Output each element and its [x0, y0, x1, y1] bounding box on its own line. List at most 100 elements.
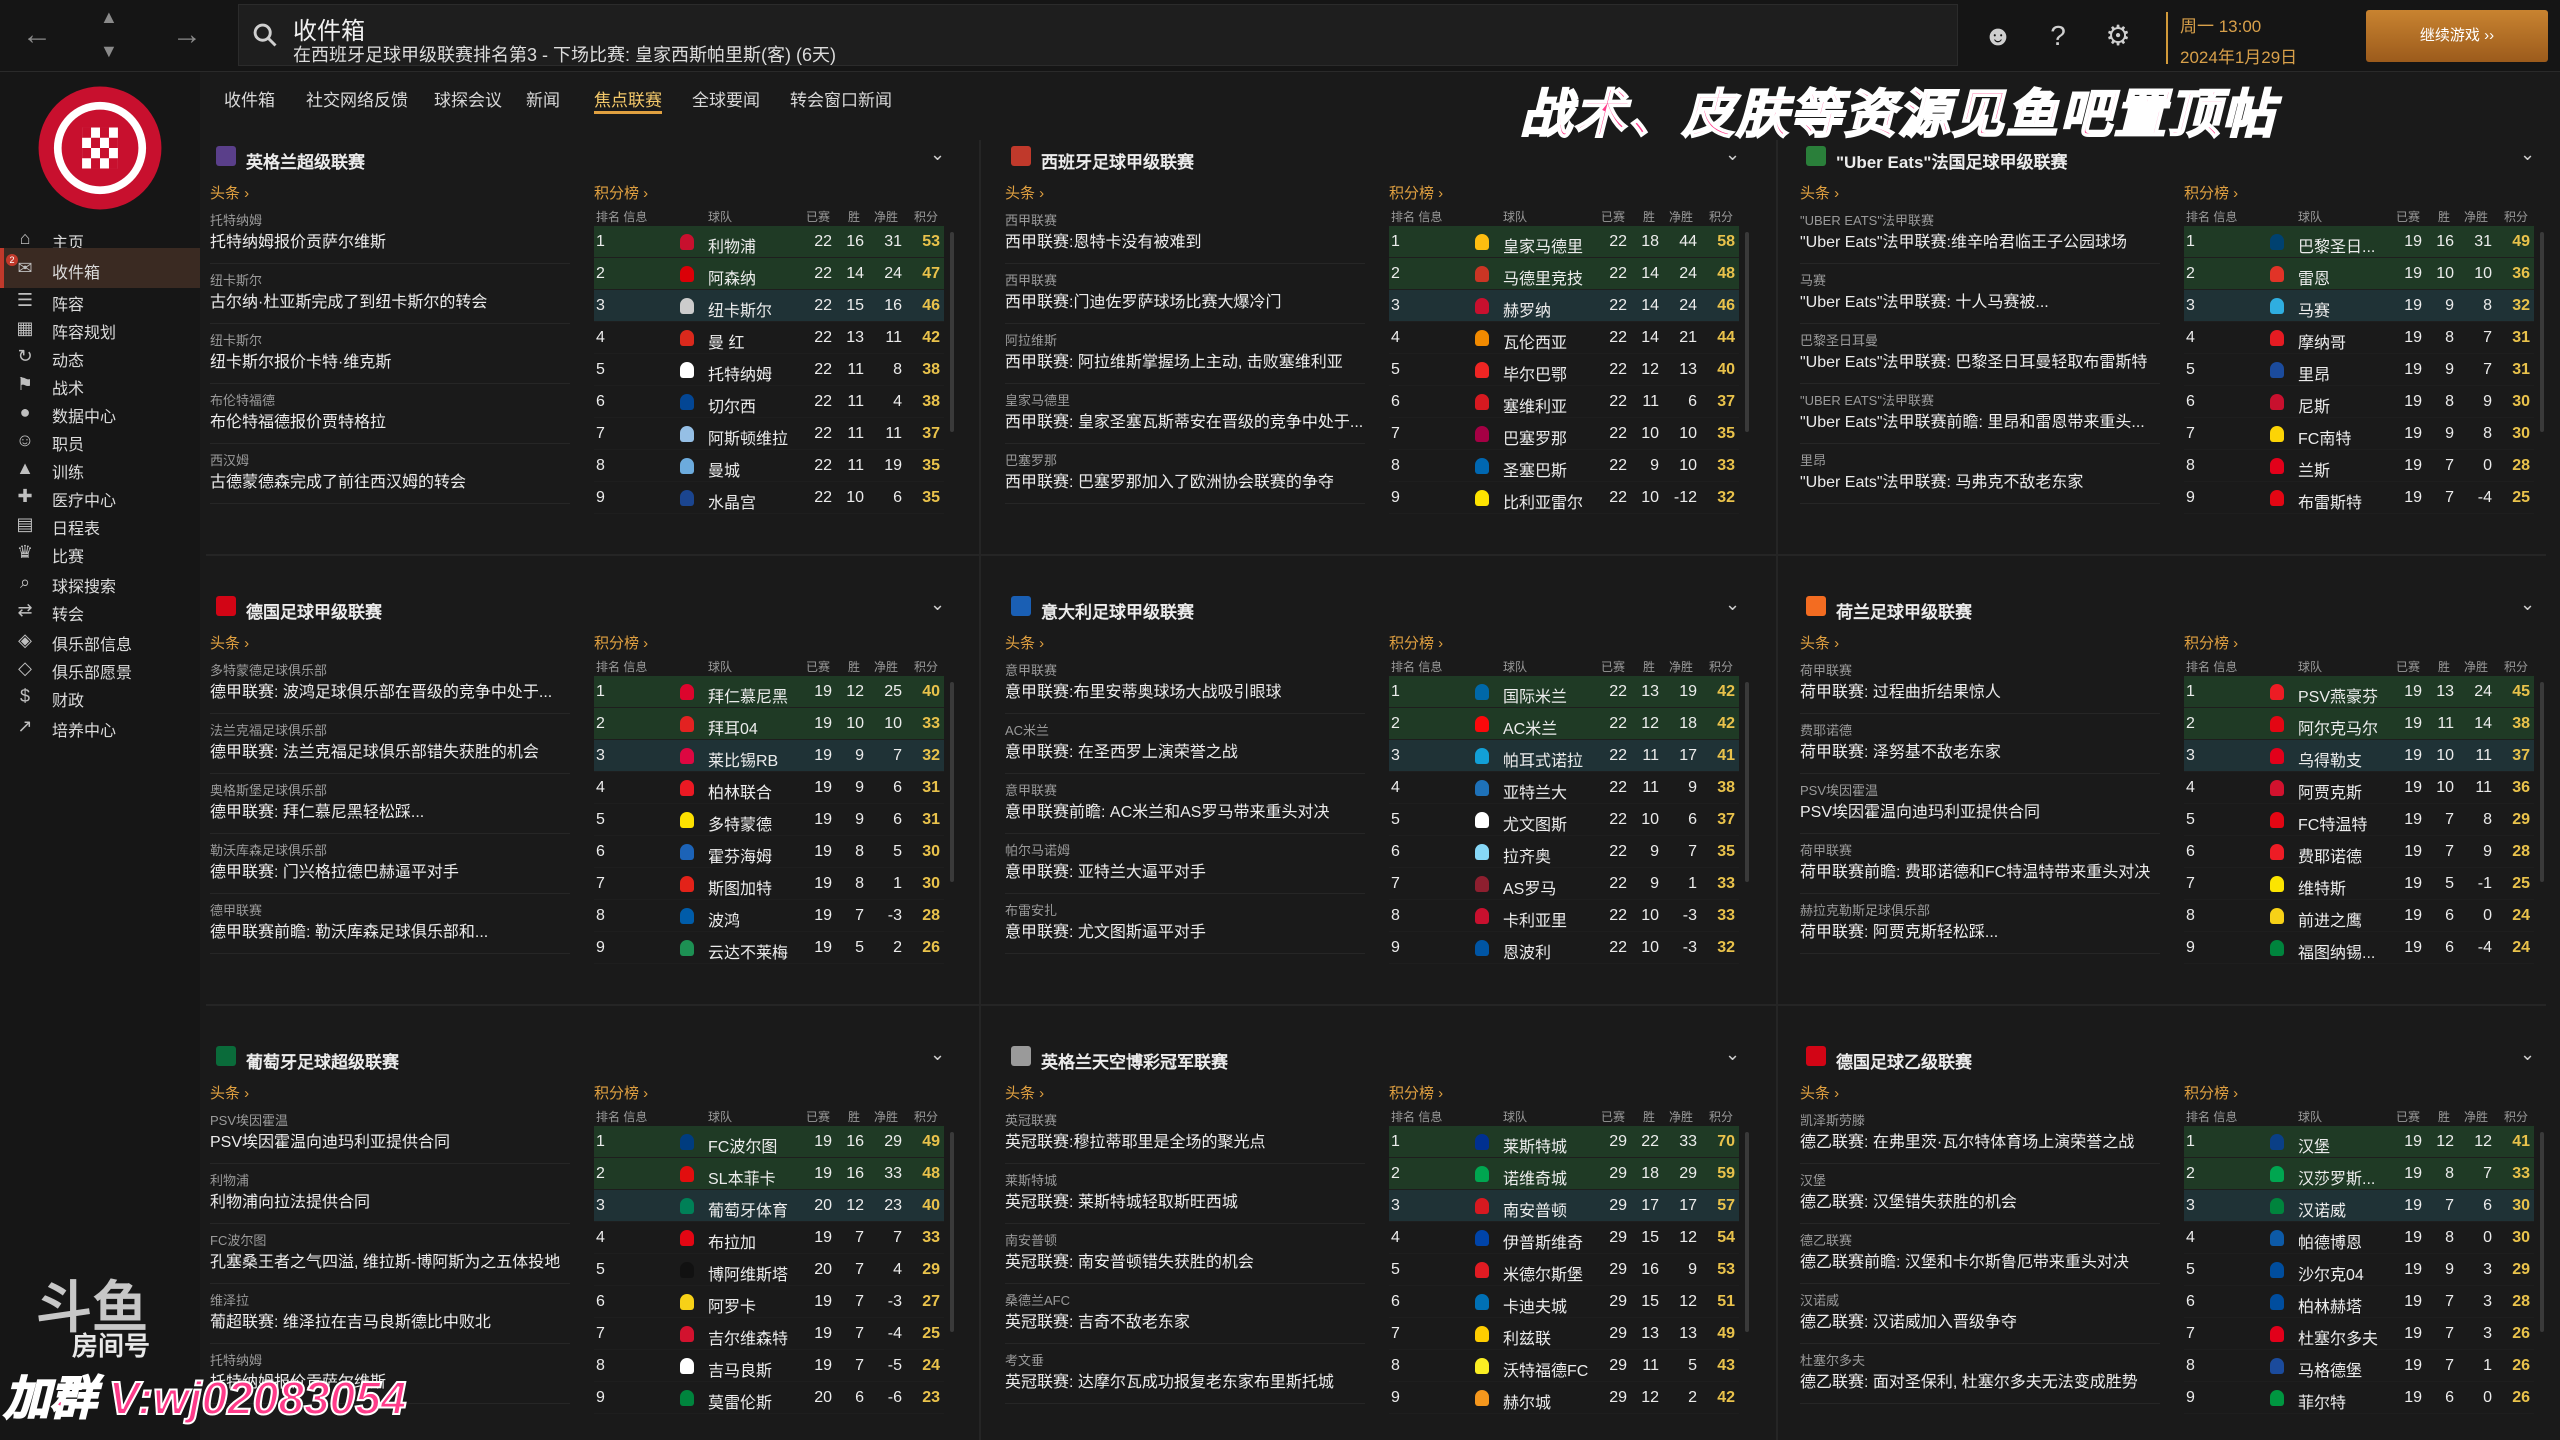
team-name[interactable]: 云达不莱梅 [708, 939, 808, 963]
team-name[interactable]: 乌得勒支 [2298, 747, 2398, 771]
team-name[interactable]: 阿罗卡 [708, 1293, 808, 1317]
table-row[interactable]: 3 帕耳式诺拉 22 11 17 41 [1389, 740, 1739, 772]
scrollbar[interactable] [950, 232, 954, 432]
team-name[interactable]: 尤文图斯 [1503, 811, 1603, 835]
team-name[interactable]: 霍芬海姆 [708, 843, 808, 867]
chevron-down-icon[interactable]: ⌄ [2520, 1044, 2535, 1065]
news-item[interactable]: AC米兰 意甲联赛: 在圣西罗上演荣誉之战 [1005, 714, 1365, 774]
table-row[interactable]: 3 南安普顿 29 17 17 57 [1389, 1190, 1739, 1222]
table-row[interactable]: 5 尤文图斯 22 10 6 37 [1389, 804, 1739, 836]
team-name[interactable]: 利物浦 [708, 233, 808, 257]
panel-header[interactable]: 英格兰天空博彩冠军联赛 ⌄ [1005, 1036, 1745, 1076]
news-item[interactable]: 利物浦 利物浦向拉法提供合同 [210, 1164, 570, 1224]
chevron-down-icon[interactable]: ▼ [100, 42, 118, 60]
team-name[interactable]: 赫尔城 [1503, 1389, 1603, 1413]
team-name[interactable]: 曼城 [708, 457, 808, 481]
table-row[interactable]: 2 SL本菲卡 19 16 33 48 [594, 1158, 944, 1190]
standings-link[interactable]: 积分榜 › [1389, 1082, 1739, 1104]
table-row[interactable]: 6 柏林赫塔 19 7 3 28 [2184, 1286, 2534, 1318]
team-name[interactable]: 切尔西 [708, 393, 808, 417]
forward-arrow-icon[interactable]: → [172, 20, 202, 50]
table-row[interactable]: 4 曼 红 22 13 11 42 [594, 322, 944, 354]
news-item[interactable]: PSV埃因霍温 PSV埃因霍温向迪玛利亚提供合同 [1800, 774, 2160, 834]
news-item[interactable]: 汉堡 德乙联赛: 汉堡错失获胜的机会 [1800, 1164, 2160, 1224]
team-name[interactable]: 塞维利亚 [1503, 393, 1603, 417]
team-name[interactable]: 诺维奇城 [1503, 1165, 1603, 1189]
news-item[interactable]: 德甲联赛 德甲联赛前瞻: 勒沃库森足球俱乐部和... [210, 894, 570, 954]
team-name[interactable]: 莫雷伦斯 [708, 1389, 808, 1413]
table-row[interactable]: 5 博阿维斯塔 20 7 4 29 [594, 1254, 944, 1286]
headlines-link[interactable]: 头条 › [210, 632, 570, 654]
team-name[interactable]: 维特斯 [2298, 875, 2398, 899]
team-name[interactable]: FC波尔图 [708, 1133, 808, 1157]
panel-header[interactable]: 意大利足球甲级联赛 ⌄ [1005, 586, 1745, 626]
table-row[interactable]: 1 汉堡 19 12 12 41 [2184, 1126, 2534, 1158]
table-row[interactable]: 7 斯图加特 19 8 1 30 [594, 868, 944, 900]
table-row[interactable]: 4 瓦伦西亚 22 14 21 44 [1389, 322, 1739, 354]
chevron-down-icon[interactable]: ⌄ [2520, 144, 2535, 165]
headlines-link[interactable]: 头条 › [210, 1082, 570, 1104]
standings-link[interactable]: 积分榜 › [594, 1082, 944, 1104]
news-item[interactable]: "UBER EATS"法甲联赛 "Uber Eats"法甲联赛前瞻: 里昂和雷恩… [1800, 384, 2160, 444]
table-row[interactable]: 4 布拉加 19 7 7 33 [594, 1222, 944, 1254]
chevron-down-icon[interactable]: ⌄ [1725, 594, 1740, 615]
panel-header[interactable]: 德国足球乙级联赛 ⌄ [1800, 1036, 2540, 1076]
help-icon[interactable]: ? [2042, 20, 2074, 52]
team-name[interactable]: 斯图加特 [708, 875, 808, 899]
table-row[interactable]: 7 巴塞罗那 22 10 10 35 [1389, 418, 1739, 450]
table-row[interactable]: 1 拜仁慕尼黑 19 12 25 40 [594, 676, 944, 708]
team-name[interactable]: 卡利亚里 [1503, 907, 1603, 931]
team-name[interactable]: 亚特兰大 [1503, 779, 1603, 803]
table-row[interactable]: 2 马德里竞技 22 14 24 48 [1389, 258, 1739, 290]
table-row[interactable]: 7 吉尔维森特 19 7 -4 25 [594, 1318, 944, 1350]
team-name[interactable]: 沃特福德FC [1503, 1357, 1603, 1381]
news-item[interactable]: 凯泽斯劳滕 德乙联赛: 在弗里茨·瓦尔特体育场上演荣誉之战 [1800, 1104, 2160, 1164]
news-item[interactable]: 英冠联赛 英冠联赛:穆拉蒂耶里是全场的聚光点 [1005, 1104, 1365, 1164]
panel-header[interactable]: 葡萄牙足球超级联赛 ⌄ [210, 1036, 950, 1076]
table-row[interactable]: 7 利兹联 29 13 13 49 [1389, 1318, 1739, 1350]
table-row[interactable]: 4 帕德博恩 19 8 0 30 [2184, 1222, 2534, 1254]
panel-header[interactable]: "Uber Eats"法国足球甲级联赛 ⌄ [1800, 136, 2540, 176]
table-row[interactable]: 5 多特蒙德 19 9 6 31 [594, 804, 944, 836]
news-item[interactable]: 布伦特福德 布伦特福德报价贾特格拉 [210, 384, 570, 444]
team-name[interactable]: 莱比锡RB [708, 747, 808, 771]
team-name[interactable]: 阿贾克斯 [2298, 779, 2398, 803]
tab-1[interactable]: 社交网络反馈 [306, 86, 408, 114]
team-name[interactable]: 帕耳式诺拉 [1503, 747, 1603, 771]
team-name[interactable]: 摩纳哥 [2298, 329, 2398, 353]
team-name[interactable]: 雷恩 [2298, 265, 2398, 289]
table-row[interactable]: 7 阿斯顿维拉 22 11 11 37 [594, 418, 944, 450]
team-name[interactable]: 汉诺威 [2298, 1197, 2398, 1221]
team-name[interactable]: 瓦伦西亚 [1503, 329, 1603, 353]
table-row[interactable]: 6 尼斯 19 8 9 30 [2184, 386, 2534, 418]
continue-button[interactable]: 继续游戏 ›› [2366, 10, 2548, 62]
table-row[interactable]: 9 福图纳锡... 19 6 -4 24 [2184, 932, 2534, 964]
table-row[interactable]: 9 恩波利 22 10 -3 32 [1389, 932, 1739, 964]
scrollbar[interactable] [950, 1132, 954, 1332]
news-item[interactable]: 西汉姆 古德蒙德森完成了前往西汉姆的转会 [210, 444, 570, 504]
team-name[interactable]: 前进之鹰 [2298, 907, 2398, 931]
news-item[interactable]: 意甲联赛 意甲联赛前瞻: AC米兰和AS罗马带来重头对决 [1005, 774, 1365, 834]
team-name[interactable]: FC特温特 [2298, 811, 2398, 835]
table-row[interactable]: 7 杜塞尔多夫 19 7 3 26 [2184, 1318, 2534, 1350]
table-row[interactable]: 2 诺维奇城 29 18 29 59 [1389, 1158, 1739, 1190]
scrollbar[interactable] [1745, 1132, 1749, 1332]
news-item[interactable]: 西甲联赛 西甲联赛:门迪佐罗萨球场比赛大爆冷门 [1005, 264, 1365, 324]
table-row[interactable]: 4 伊普斯维奇 29 15 12 54 [1389, 1222, 1739, 1254]
table-row[interactable]: 5 FC特温特 19 7 8 29 [2184, 804, 2534, 836]
team-name[interactable]: 巴黎圣日... [2298, 233, 2398, 257]
search-bar[interactable]: 收件箱 在西班牙足球甲级联赛排名第3 - 下场比赛: 皇家西斯帕里斯(客) (6… [238, 4, 1958, 66]
table-row[interactable]: 4 亚特兰大 22 11 9 38 [1389, 772, 1739, 804]
scrollbar[interactable] [1745, 682, 1749, 882]
news-item[interactable]: 纽卡斯尔 纽卡斯尔报价卡特·维克斯 [210, 324, 570, 384]
table-row[interactable]: 1 莱斯特城 29 22 33 70 [1389, 1126, 1739, 1158]
team-name[interactable]: 卡迪夫城 [1503, 1293, 1603, 1317]
table-row[interactable]: 1 利物浦 22 16 31 53 [594, 226, 944, 258]
news-item[interactable]: 巴塞罗那 西甲联赛: 巴塞罗那加入了欧洲协会联赛的争夺 [1005, 444, 1365, 504]
news-item[interactable]: 维泽拉 葡超联赛: 维泽拉在吉马良斯德比中败北 [210, 1284, 570, 1344]
team-name[interactable]: 纽卡斯尔 [708, 297, 808, 321]
team-name[interactable]: 汉堡 [2298, 1133, 2398, 1157]
news-item[interactable]: 巴黎圣日耳曼 "Uber Eats"法甲联赛: 巴黎圣日耳曼轻取布雷斯特 [1800, 324, 2160, 384]
scrollbar[interactable] [2540, 232, 2544, 432]
table-row[interactable]: 3 马赛 19 9 8 32 [2184, 290, 2534, 322]
